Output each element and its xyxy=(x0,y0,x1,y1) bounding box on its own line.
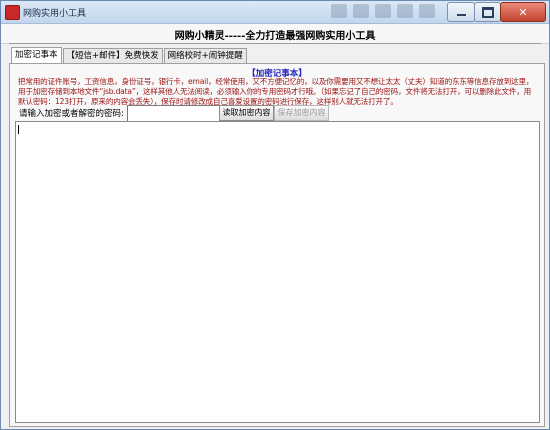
password-input[interactable] xyxy=(127,105,220,122)
background-glyph xyxy=(331,4,347,18)
title-bar[interactable]: 网购实用小工具 ✕ xyxy=(1,1,549,24)
background-glyph xyxy=(375,4,391,18)
read-encrypted-button[interactable]: 读取加密内容 xyxy=(219,105,274,121)
divider xyxy=(9,43,541,44)
tab-encrypted-notepad[interactable]: 加密记事本 xyxy=(11,47,62,64)
background-glyph xyxy=(353,4,369,18)
close-button[interactable]: ✕ xyxy=(500,2,546,22)
tab-sms-email[interactable]: 【短信+邮件】免费快发 xyxy=(62,48,163,64)
password-label: 请输入加密或者解密的密码: xyxy=(19,109,124,119)
app-title: 网购小精灵-----全力打造最强网购实用小工具 xyxy=(174,31,376,42)
minimize-button[interactable] xyxy=(447,2,475,22)
close-icon: ✕ xyxy=(518,5,528,19)
app-header: 网购小精灵-----全力打造最强网购实用小工具 xyxy=(1,24,549,44)
maximize-button[interactable] xyxy=(474,2,501,22)
background-glyph xyxy=(397,4,413,18)
background-glyph xyxy=(419,4,435,18)
notepad-editor[interactable] xyxy=(15,121,540,423)
notepad-panel: 【加密记事本】 把常用的证件账号，工资信息，身份证号，银行卡，email，经常使… xyxy=(9,63,545,427)
save-encrypted-button[interactable]: 保存加密内容 xyxy=(274,105,329,121)
app-window: 网购实用小工具 ✕ 网购小精灵-----全力打造最强网购实用小工具 加密记事本 … xyxy=(0,0,550,430)
maximize-icon xyxy=(481,6,494,18)
app-icon xyxy=(5,5,20,20)
tab-strip: 加密记事本 【短信+邮件】免费快发 网络校时+闹钟提醒 xyxy=(11,47,248,64)
tab-time-sync-alarm[interactable]: 网络校时+闹钟提醒 xyxy=(163,48,247,64)
window-title: 网购实用小工具 xyxy=(23,9,87,19)
text-caret xyxy=(18,125,19,134)
usage-notice: 把常用的证件账号，工资信息，身份证号，银行卡，email，经常使用，又不方便记忆… xyxy=(18,77,534,106)
minimize-icon xyxy=(456,14,466,16)
